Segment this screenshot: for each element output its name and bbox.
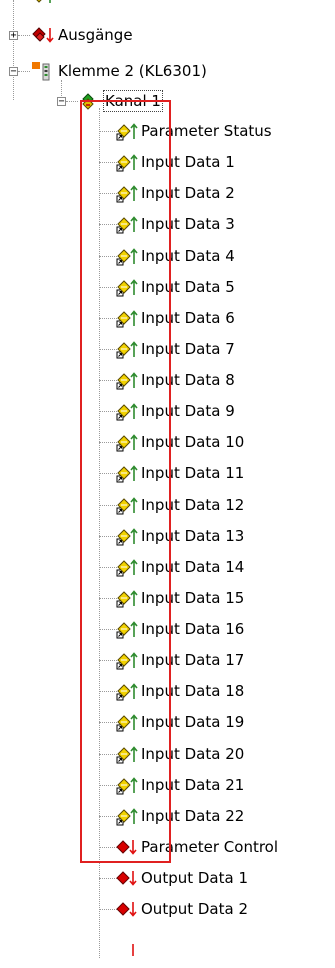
tree-item-output-1[interactable]: Output Data 1: [140, 863, 249, 893]
input-variable-icon: [114, 121, 138, 141]
tree-item-input-0[interactable]: Parameter Status: [140, 116, 273, 146]
tree-item-input-10[interactable]: Input Data 10: [140, 427, 245, 457]
input-variable-icon: [114, 712, 138, 732]
tree-item-input-1[interactable]: Input Data 1: [140, 147, 236, 177]
tree-item-output-0[interactable]: Parameter Control: [140, 832, 279, 862]
tree-item-input-14[interactable]: Input Data 14: [140, 552, 245, 582]
input-variable-icon: [114, 650, 138, 670]
tree-item-label: Input Data 18: [141, 682, 245, 700]
input-variable-icon: [114, 557, 138, 577]
tree-item-input-18[interactable]: Input Data 18: [140, 676, 245, 706]
tree-item-label: Ausgänge: [58, 26, 133, 44]
tree-item-inputs-partial[interactable]: [57, 0, 59, 12]
tree-item-input-15[interactable]: Input Data 15: [140, 583, 245, 613]
tree-item-input-17[interactable]: Input Data 17: [140, 645, 245, 675]
tree-item-ausgaenge[interactable]: Ausgänge: [57, 20, 134, 50]
input-variable-icon: [114, 152, 138, 172]
tree-item-label: Input Data 13: [141, 527, 245, 545]
input-variable-icon: [114, 401, 138, 421]
tree-item-label: Input Data 14: [141, 558, 245, 576]
input-variable-icon: [114, 681, 138, 701]
tree-item-input-8[interactable]: Input Data 8: [140, 365, 236, 395]
tree-item-label: Input Data 16: [141, 620, 245, 638]
tree-item-input-9[interactable]: Input Data 9: [140, 396, 236, 426]
input-variable-icon: [114, 183, 138, 203]
input-group-icon: [31, 0, 55, 7]
input-variable-icon: [114, 308, 138, 328]
tree-item-label: Output Data 2: [141, 900, 248, 918]
input-variable-icon: [114, 619, 138, 639]
input-variable-icon: [114, 463, 138, 483]
terminal-icon: [31, 61, 55, 81]
tree-item-label: Input Data 17: [141, 651, 245, 669]
output-variable-icon: [114, 868, 138, 888]
tree-item-label: Input Data 8: [141, 371, 235, 389]
tree-item-label: Parameter Control: [141, 838, 279, 856]
input-variable-icon: [114, 246, 138, 266]
tree-item-label: Input Data 21: [141, 776, 245, 794]
output-variable-icon: [114, 899, 138, 919]
tree-item-label: Input Data 9: [141, 402, 235, 420]
tree-item-label: Input Data 1: [141, 153, 235, 171]
tree-item-label: Output Data 1: [141, 869, 248, 887]
tree-item-label: Parameter Status: [141, 122, 272, 140]
output-group-icon: [31, 25, 55, 45]
tree-item-input-11[interactable]: Input Data 11: [140, 458, 245, 488]
output-arrow-icon: [114, 944, 138, 964]
tree-item-label: Input Data 15: [141, 589, 245, 607]
tree-item-input-21[interactable]: Input Data 21: [140, 770, 245, 800]
input-variable-icon: [114, 339, 138, 359]
tree-item-input-2[interactable]: Input Data 2: [140, 178, 236, 208]
input-variable-icon: [114, 744, 138, 764]
tree-item-label: Kanal 1: [103, 90, 163, 112]
tree-item-input-5[interactable]: Input Data 5: [140, 272, 236, 302]
tree-item-input-19[interactable]: Input Data 19: [140, 707, 245, 737]
tree-item-input-13[interactable]: Input Data 13: [140, 521, 245, 551]
tree-item-label: Klemme 2 (KL6301): [58, 62, 207, 80]
collapse-minus-icon[interactable]: −: [57, 97, 66, 107]
tree-item-input-4[interactable]: Input Data 4: [140, 241, 236, 271]
tree-item-label: Input Data 3: [141, 215, 235, 233]
output-variable-icon: [114, 837, 138, 857]
input-variable-icon: [114, 775, 138, 795]
input-variable-icon: [114, 370, 138, 390]
input-variable-icon: [114, 806, 138, 826]
tree-item-output-2[interactable]: Output Data 2: [140, 894, 249, 924]
tree-item-input-6[interactable]: Input Data 6: [140, 303, 236, 333]
input-variable-icon: [114, 495, 138, 515]
tree-item-input-7[interactable]: Input Data 7: [140, 334, 236, 364]
input-variable-icon: [114, 277, 138, 297]
tree-item-klemme-2[interactable]: Klemme 2 (KL6301): [57, 56, 208, 86]
tree-item-label: Input Data 4: [141, 247, 235, 265]
tree-item-label: Input Data 7: [141, 340, 235, 358]
tree-item-input-3[interactable]: Input Data 3: [140, 209, 236, 239]
tree-item-input-22[interactable]: Input Data 22: [140, 801, 245, 831]
tree-item-label: Input Data 22: [141, 807, 245, 825]
tree-item-input-20[interactable]: Input Data 20: [140, 739, 245, 769]
input-variable-icon: [114, 214, 138, 234]
tree-item-label: Input Data 5: [141, 278, 235, 296]
tree-item-label: Input Data 11: [141, 464, 245, 482]
tree-item-label: Input Data 20: [141, 745, 245, 763]
tree-item-label: Input Data 10: [141, 433, 245, 451]
tree-item-label: Input Data 12: [141, 496, 245, 514]
input-variable-icon: [114, 432, 138, 452]
expand-plus-icon[interactable]: +: [9, 31, 18, 41]
collapse-minus-icon[interactable]: −: [9, 67, 18, 77]
input-variable-icon: [114, 588, 138, 608]
tree-item-label: Input Data 2: [141, 184, 235, 202]
io-tree-view[interactable]: + Ausgänge − Klemme 2 (KL6301) − Kanal 1 P…: [0, 0, 335, 958]
input-variable-icon: [114, 526, 138, 546]
tree-item-label: Input Data 19: [141, 713, 245, 731]
tree-item-input-12[interactable]: Input Data 12: [140, 490, 245, 520]
tree-item-label: Input Data 6: [141, 309, 235, 327]
tree-item-kanal-1[interactable]: Kanal 1: [103, 86, 163, 116]
tree-item-input-16[interactable]: Input Data 16: [140, 614, 245, 644]
